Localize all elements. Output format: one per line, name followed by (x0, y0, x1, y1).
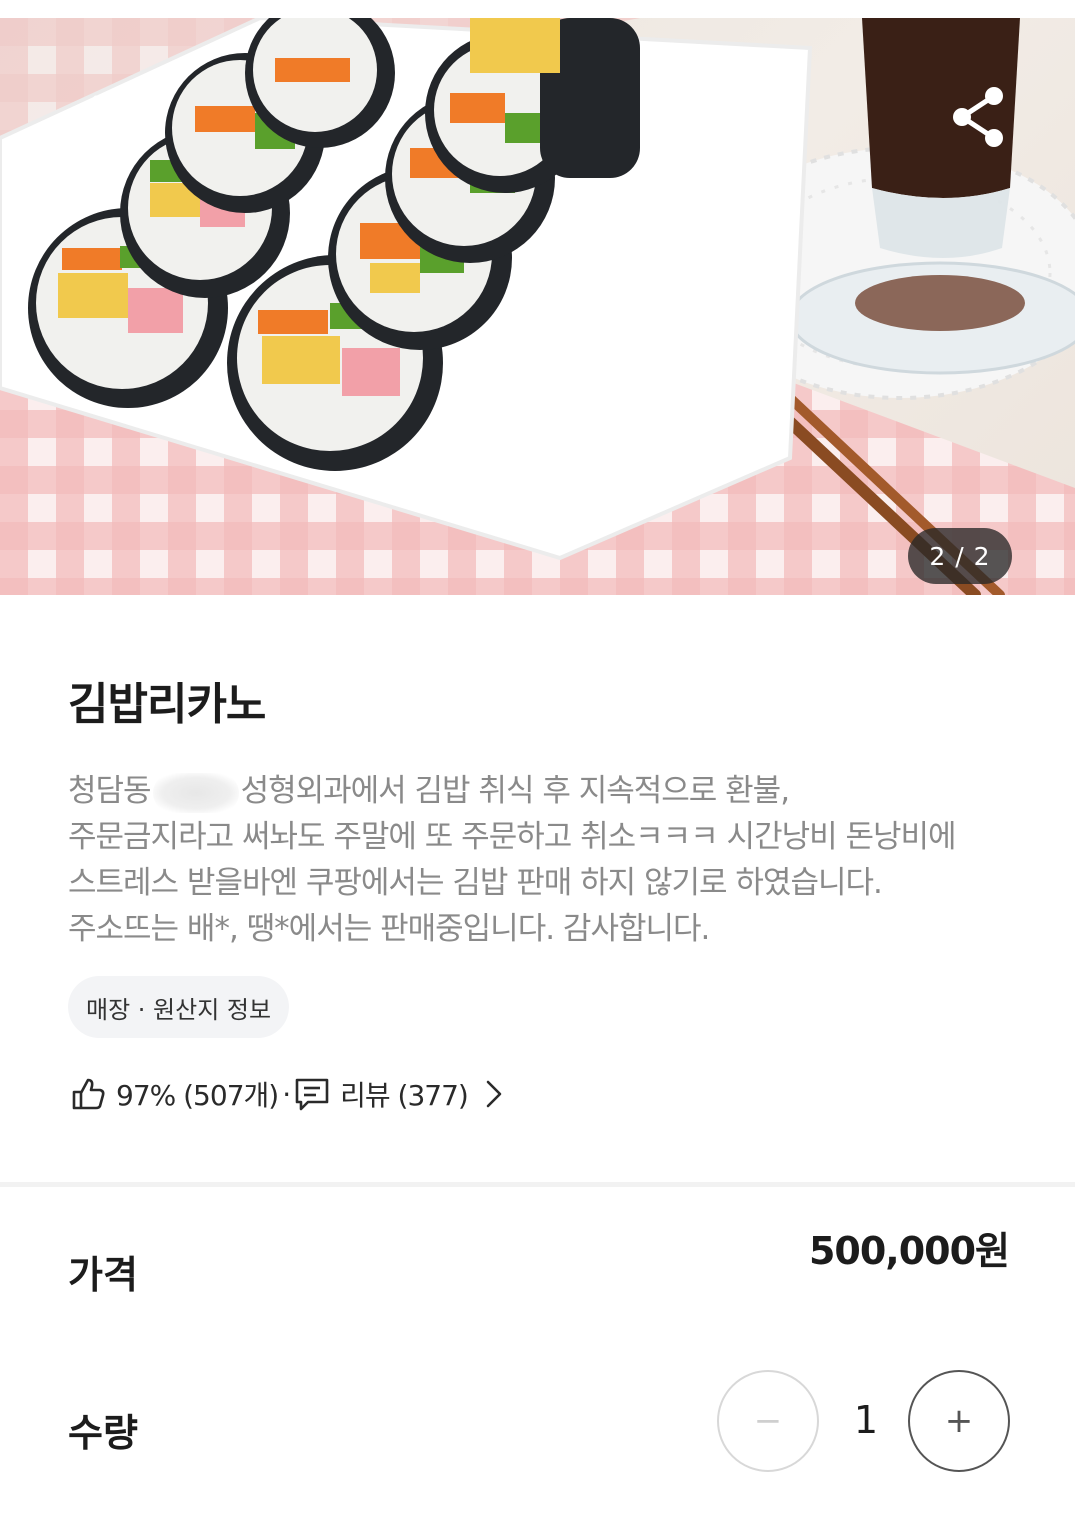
description-line-3: 스트레스 받을바엔 쿠팡에서는 김밥 판매 하지 않기로 하였습니다. (68, 865, 883, 901)
description-line-4: 주소뜨는 배*, 땡*에서는 판매중입니다. 감사합니다. (68, 911, 710, 947)
arrow-left-icon (73, 95, 129, 141)
description-line-2: 주문금지라고 써놔도 주말에 또 주문하고 취소ㅋㅋㅋ 시간낭비 돈낭비에 (68, 819, 957, 855)
share-icon (953, 87, 1003, 147)
rating-text: 97% (507개) (116, 1079, 279, 1112)
gimbap-photo (0, 18, 1075, 595)
quantity-value: 1 (853, 1398, 879, 1442)
quantity-label: 수량 (68, 1411, 138, 1455)
chevron-right-icon (476, 1076, 512, 1112)
price-label: 가격 (68, 1253, 138, 1297)
share-button[interactable] (948, 84, 1010, 150)
product-title: 김밥리카노 (68, 679, 266, 730)
quantity-decrease-button[interactable]: − (717, 1370, 819, 1472)
rating-review-bar: 97% (507개) · 리뷰 (377) (70, 1074, 512, 1114)
store-origin-info-button[interactable]: 매장 · 원산지 정보 (68, 976, 290, 1038)
reviews-text: 리뷰 (377) (340, 1079, 469, 1112)
description-line-1-end: 성형외과에서 김밥 취식 후 지속적으로 환불, (240, 773, 790, 809)
thumbs-up-icon (70, 1076, 106, 1112)
back-button[interactable] (70, 90, 134, 146)
quantity-increase-button[interactable]: + (908, 1370, 1010, 1472)
comment-icon (294, 1076, 330, 1112)
reviews-link[interactable]: 리뷰 (377) (294, 1074, 512, 1114)
separator-dot: · (282, 1077, 291, 1111)
blurred-redaction (152, 772, 239, 813)
product-image[interactable]: 2 / 2 (0, 18, 1075, 595)
price-value: 500,000원 (808, 1229, 1010, 1273)
description-line-1-start: 청담동 (68, 773, 152, 809)
product-description: 청담동 성형외과에서 김밥 취식 후 지속적으로 환불, 주문금지라고 써놔도 주… (68, 768, 1028, 952)
section-divider (0, 1182, 1075, 1187)
image-counter: 2 / 2 (908, 528, 1012, 584)
